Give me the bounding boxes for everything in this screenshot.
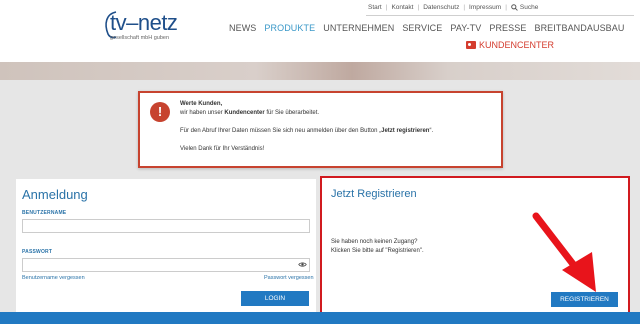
notice-text-part: “. (429, 128, 434, 134)
logo-subtext: gesellschaft mbH guben (110, 35, 170, 41)
hero-image-strip (0, 62, 640, 80)
top-nav-separator: | (505, 4, 507, 11)
login-panel: Anmeldung BENUTZERNAME PASSWORT Benutzer… (16, 179, 316, 312)
eye-icon[interactable] (298, 261, 307, 268)
main-nav: NEWS PRODUKTE UNTERNEHMEN SERVICE PAY-TV… (229, 23, 625, 33)
nav-item-pay-tv[interactable]: PAY-TV (450, 23, 481, 33)
notice-line: Werte Kunden, (180, 100, 500, 109)
login-title: Anmeldung (22, 187, 88, 202)
notice-bold-kundencenter: Kundencenter (224, 110, 265, 116)
top-nav-separator: | (463, 4, 466, 11)
password-field[interactable] (22, 258, 310, 272)
notice-line: wir haben unser Kundencenter für Sie übe… (180, 109, 500, 118)
top-nav-datenschutz[interactable]: Datenschutz (423, 4, 459, 11)
search-label: Suche (519, 4, 539, 11)
login-button[interactable]: LOGIN (241, 291, 309, 306)
logo[interactable]: tv–netz gesellschaft mbH guben (100, 8, 180, 48)
notice-text-part: Für den Abruf Ihrer Daten müssen Sie sic… (180, 128, 382, 134)
notice-line: Für den Abruf Ihrer Daten müssen Sie sic… (180, 127, 500, 136)
register-button[interactable]: REGISTRIEREN (551, 292, 618, 307)
kundencenter-label: KUNDENCENTER (479, 40, 555, 50)
exclamation-icon: ! (150, 102, 170, 122)
register-text-line2: Klicken Sie bitte auf "Registrieren". (331, 248, 424, 254)
site-header: tv–netz gesellschaft mbH guben Start | K… (0, 0, 640, 62)
top-nav-start[interactable]: Start (368, 4, 382, 11)
notice-box: ! Werte Kunden, wir haben unser Kundence… (138, 91, 503, 168)
register-title: Jetzt Registrieren (331, 188, 417, 200)
notice-text-part: wir haben unser (180, 110, 225, 116)
nav-item-presse[interactable]: PRESSE (489, 23, 526, 33)
register-text: Sie haben noch keinen Zugang? Klicken Si… (331, 238, 424, 256)
top-nav-kontakt[interactable]: Kontakt (391, 4, 413, 11)
notice-line: Vielen Dank für Ihr Verständnis! (180, 146, 265, 152)
nav-item-unternehmen[interactable]: UNTERNEHMEN (323, 23, 394, 33)
footer-bar (0, 312, 640, 324)
red-arrow-icon (532, 212, 596, 292)
top-nav: Start | Kontakt | Datenschutz | Impressu… (368, 4, 538, 11)
password-label: PASSWORT (22, 249, 53, 255)
nav-item-news[interactable]: NEWS (229, 23, 256, 33)
notice-text-part: für Sie überarbeitet. (264, 110, 320, 116)
username-field[interactable] (22, 219, 310, 233)
id-card-icon (466, 41, 476, 49)
top-nav-separator: | (417, 4, 420, 11)
search-link[interactable]: Suche (511, 4, 538, 11)
notice-greeting: Werte Kunden, (180, 101, 223, 107)
forgot-password-link[interactable]: Passwort vergessen (264, 275, 314, 281)
forgot-username-link[interactable]: Benutzername vergessen (22, 275, 85, 281)
kundencenter-link[interactable]: KUNDENCENTER (466, 40, 554, 50)
notice-text: Werte Kunden, wir haben unser Kundencent… (180, 100, 500, 154)
logo-text: tv–netz (110, 10, 178, 35)
nav-item-breitbandausbau[interactable]: BREITBANDAUSBAU (534, 23, 624, 33)
top-nav-divider (366, 15, 634, 16)
nav-item-service[interactable]: SERVICE (402, 23, 442, 33)
top-nav-impressum[interactable]: Impressum (469, 4, 501, 11)
register-text-line1: Sie haben noch keinen Zugang? (331, 239, 418, 245)
search-icon (511, 4, 518, 11)
notice-bold-register: Jetzt registrieren (381, 128, 430, 134)
top-nav-separator: | (385, 4, 388, 11)
username-label: BENUTZERNAME (22, 210, 67, 216)
nav-item-produkte[interactable]: PRODUKTE (264, 23, 315, 33)
